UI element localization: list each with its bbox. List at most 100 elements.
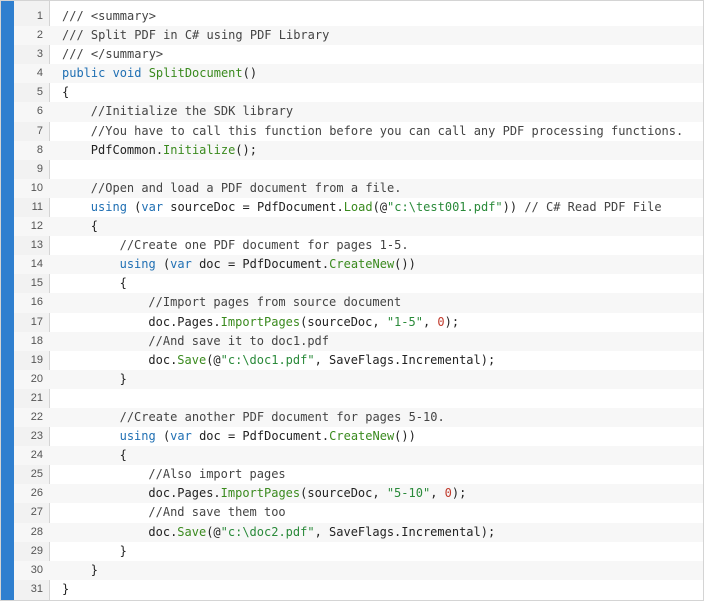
code-token: { bbox=[62, 85, 70, 100]
code-token: /// </summary> bbox=[62, 47, 164, 62]
line-number: 14 bbox=[30, 258, 43, 271]
code-token: , SaveFlags.Incremental); bbox=[314, 524, 496, 539]
code-token: 0 bbox=[437, 314, 445, 329]
code-token: ()) bbox=[394, 429, 416, 444]
line-number: 25 bbox=[30, 468, 43, 481]
code-line: 20} bbox=[14, 369, 703, 389]
line-number: 7 bbox=[36, 124, 43, 137]
line-number: 24 bbox=[30, 449, 43, 462]
code-line: 11 using (var sourceDoc = PdfDocument.Loa… bbox=[14, 198, 703, 217]
code-token: using bbox=[119, 257, 156, 272]
code-line: 4 public void SplitDocument() bbox=[14, 64, 703, 84]
code-text: //Initialize the SDK library bbox=[91, 102, 293, 121]
code-token: Save bbox=[177, 352, 207, 367]
code-line: 29} bbox=[14, 542, 703, 561]
code-text: //Open and load a PDF document from a fi… bbox=[91, 179, 402, 198]
code-token: var bbox=[170, 429, 192, 444]
code-line: 7 //You have to call this function before… bbox=[14, 122, 703, 141]
code-line: 30} bbox=[14, 560, 703, 580]
code-text: { bbox=[120, 274, 127, 293]
code-line: 26 doc.Pages.ImportPages(sourceDoc, "5-10… bbox=[14, 484, 703, 504]
code-text: //Also import pages bbox=[148, 465, 285, 484]
code-line: 3 /// </summary> bbox=[14, 45, 703, 64]
code-token: ( bbox=[126, 199, 142, 214]
code-token: (@ bbox=[372, 199, 388, 214]
line-number: 20 bbox=[30, 372, 43, 385]
code-token: //Create another PDF document for pages … bbox=[119, 409, 445, 424]
code-token: { bbox=[119, 276, 127, 291]
code-line: 14 using (var doc = PdfDocument.CreateNew… bbox=[14, 255, 703, 275]
code-token: using bbox=[119, 429, 156, 444]
line-number: 29 bbox=[30, 544, 43, 557]
code-line: 18 //And save it to doc1.pdf bbox=[14, 331, 703, 351]
line-number: 4 bbox=[36, 67, 43, 80]
code-text: /// Split PDF in C# using PDF Library bbox=[62, 26, 329, 45]
code-token: "5-10" bbox=[386, 486, 431, 501]
code-text: //Create another PDF document for pages … bbox=[120, 408, 445, 427]
code-line: 6 //Initialize the SDK library bbox=[14, 102, 703, 122]
line-number: 3 bbox=[36, 48, 43, 61]
code-token: , bbox=[422, 314, 438, 329]
code-token: ImportPages bbox=[220, 486, 301, 501]
code-text: doc.Pages.ImportPages(sourceDoc, "1-5", … bbox=[148, 313, 459, 332]
line-number: 21 bbox=[30, 391, 43, 404]
code-token: "1-5" bbox=[386, 314, 423, 329]
line-number: 8 bbox=[36, 143, 43, 156]
code-token: sourceDoc = PdfDocument. bbox=[163, 199, 344, 214]
code-token: ); bbox=[451, 486, 467, 501]
line-number: 17 bbox=[30, 315, 43, 328]
code-token: var bbox=[170, 257, 192, 272]
code-text: doc.Save(@"c:\doc2.pdf", SaveFlags.Incre… bbox=[148, 523, 495, 542]
code-token: ImportPages bbox=[220, 314, 301, 329]
code-token: (@ bbox=[206, 524, 221, 539]
code-token: , bbox=[430, 486, 445, 501]
code-token: CreateNew bbox=[329, 257, 395, 272]
code-text: } bbox=[62, 580, 69, 599]
code-text: } bbox=[120, 542, 127, 561]
code-line: 8 PdfCommon.Initialize(); bbox=[14, 140, 703, 160]
code-token: //Initialize the SDK library bbox=[90, 104, 294, 119]
code-token: Load bbox=[343, 199, 373, 214]
code-token: } bbox=[119, 543, 127, 558]
code-token: doc. bbox=[148, 524, 178, 539]
code-line: 19 doc.Save(@"c:\doc1.pdf", SaveFlags.Inc… bbox=[14, 351, 703, 370]
code-line: 31} bbox=[14, 580, 703, 599]
code-line: 28 doc.Save(@"c:\doc2.pdf", SaveFlags.Inc… bbox=[14, 522, 703, 542]
code-lines[interactable]: 1 /// <summary> 2 /// Split PDF in C# using… bbox=[14, 7, 703, 599]
code-token: { bbox=[90, 219, 99, 234]
code-token: (sourceDoc, bbox=[300, 314, 387, 329]
code-text: { bbox=[91, 217, 98, 236]
code-text: /// </summary> bbox=[62, 45, 163, 64]
code-token: Save bbox=[177, 524, 207, 539]
line-number: 28 bbox=[30, 525, 43, 538]
code-token: )) bbox=[502, 199, 525, 214]
code-token: public void bbox=[62, 66, 149, 81]
line-number: 13 bbox=[30, 239, 43, 252]
code-token: "c:\doc1.pdf" bbox=[220, 352, 315, 367]
code-token: CreateNew bbox=[329, 429, 395, 444]
code-token: //And save them too bbox=[148, 505, 286, 520]
code-token: 0 bbox=[444, 486, 452, 501]
line-number: 15 bbox=[30, 277, 43, 290]
code-token: } bbox=[62, 581, 70, 596]
code-line: 21 bbox=[14, 389, 703, 408]
code-text: doc.Pages.ImportPages(sourceDoc, "5-10",… bbox=[148, 484, 466, 503]
code-line: 24 { bbox=[14, 446, 703, 466]
code-text: { bbox=[62, 83, 69, 102]
code-token: } bbox=[119, 371, 127, 386]
code-token: } bbox=[90, 562, 99, 577]
line-number: 22 bbox=[30, 410, 43, 423]
line-number: 30 bbox=[30, 563, 43, 576]
line-number: 26 bbox=[30, 487, 43, 500]
code-text: public void SplitDocument() bbox=[62, 64, 257, 83]
code-token: doc = PdfDocument. bbox=[191, 429, 330, 444]
line-number: 18 bbox=[30, 334, 43, 347]
line-number: 23 bbox=[30, 430, 43, 443]
code-token: Initialize bbox=[163, 142, 236, 157]
code-token: using bbox=[90, 199, 127, 214]
code-token: ()) bbox=[394, 257, 416, 272]
code-text: //Create one PDF document for pages 1-5. bbox=[120, 236, 409, 255]
code-token: doc = PdfDocument. bbox=[191, 257, 330, 272]
code-line: 2 /// Split PDF in C# using PDF Library bbox=[14, 26, 703, 46]
line-number: 27 bbox=[30, 506, 43, 519]
